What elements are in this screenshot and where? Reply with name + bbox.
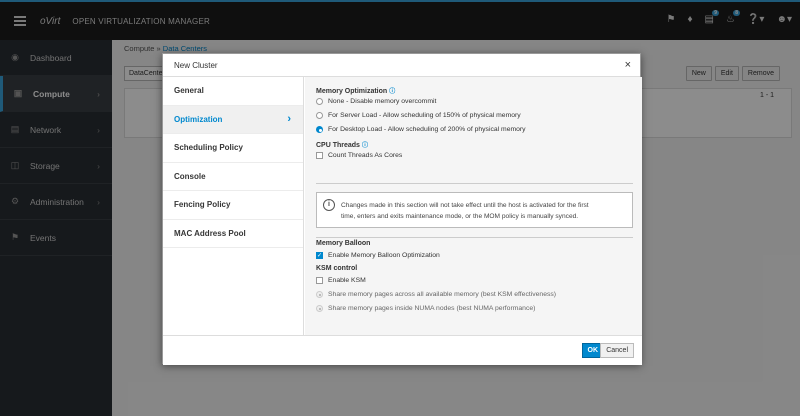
ksm-control-heading: KSM control [316, 265, 358, 272]
dialog-footer: OK Cancel [163, 335, 642, 365]
tab-scheduling-policy[interactable]: Scheduling Policy [163, 134, 303, 163]
tab-label: Optimization [174, 114, 223, 124]
memopt-server-option[interactable]: For Server Load - Allow scheduling of 15… [316, 112, 521, 119]
new-cluster-dialog: New Cluster × General Optimization › Sche… [162, 53, 642, 365]
optimization-panel: Memory Optimization ⓘ None - Disable memo… [305, 77, 642, 335]
close-icon[interactable]: × [625, 59, 631, 71]
section-title: CPU Threads [316, 142, 360, 149]
dialog-header: New Cluster × [163, 54, 640, 77]
dialog-title: New Cluster [174, 60, 218, 70]
tab-console[interactable]: Console [163, 163, 303, 191]
dialog-tabs: General Optimization › Scheduling Policy … [163, 77, 304, 335]
radio-button[interactable] [316, 98, 323, 105]
memopt-none-option[interactable]: None - Disable memory overcommit [316, 98, 436, 105]
option-label: Enable KSM [328, 277, 366, 284]
option-label: Count Threads As Cores [328, 152, 403, 159]
radio-button-selected[interactable] [316, 126, 323, 133]
ksm-share-all-option[interactable]: Share memory pages across all available … [316, 291, 556, 298]
checkbox[interactable] [316, 277, 323, 284]
info-icon[interactable]: ⓘ [389, 89, 395, 95]
tab-general[interactable]: General [163, 77, 303, 106]
memory-optimization-heading: Memory Optimization ⓘ [316, 86, 395, 95]
option-label: None - Disable memory overcommit [328, 98, 437, 105]
radio-button-disabled[interactable] [316, 305, 323, 312]
tab-optimization[interactable]: Optimization › [163, 105, 303, 134]
count-threads-checkbox[interactable]: Count Threads As Cores [316, 152, 402, 159]
chevron-right-icon: › [287, 113, 291, 126]
info-circle-icon: i [323, 199, 335, 211]
option-label: For Desktop Load - Allow scheduling of 2… [328, 126, 526, 133]
checkbox-checked[interactable]: ✓ [316, 252, 323, 259]
radio-button-disabled[interactable] [316, 291, 323, 298]
section-title: Memory Optimization [316, 88, 388, 95]
option-label: Enable Memory Balloon Optimization [328, 252, 440, 259]
divider [316, 237, 633, 238]
balloon-optimization-checkbox[interactable]: ✓ Enable Memory Balloon Optimization [316, 252, 440, 259]
ksm-share-numa-option[interactable]: Share memory pages inside NUMA nodes (be… [316, 305, 535, 312]
enable-ksm-checkbox[interactable]: Enable KSM [316, 277, 366, 284]
notice-line-1: Changes made in this section will not ta… [341, 202, 589, 209]
radio-button[interactable] [316, 112, 323, 119]
option-label: For Server Load - Allow scheduling of 15… [328, 112, 521, 119]
tab-mac-address-pool[interactable]: MAC Address Pool [163, 220, 303, 248]
option-label: Share memory pages inside NUMA nodes (be… [328, 305, 536, 312]
cpu-threads-heading: CPU Threads ⓘ [316, 140, 368, 149]
memopt-desktop-option[interactable]: For Desktop Load - Allow scheduling of 2… [316, 126, 526, 133]
tab-fencing-policy[interactable]: Fencing Policy [163, 191, 303, 220]
info-icon[interactable]: ⓘ [362, 143, 368, 149]
divider [316, 183, 633, 184]
cancel-button[interactable]: Cancel [600, 343, 634, 358]
info-notice: i Changes made in this section will not … [316, 192, 633, 228]
notice-line-2: time, enters and exits maintenance mode,… [341, 213, 579, 220]
checkbox[interactable] [316, 152, 323, 159]
memory-balloon-heading: Memory Balloon [316, 240, 371, 247]
option-label: Share memory pages across all available … [328, 291, 557, 298]
notice-text: Changes made in this section will not ta… [341, 200, 589, 222]
